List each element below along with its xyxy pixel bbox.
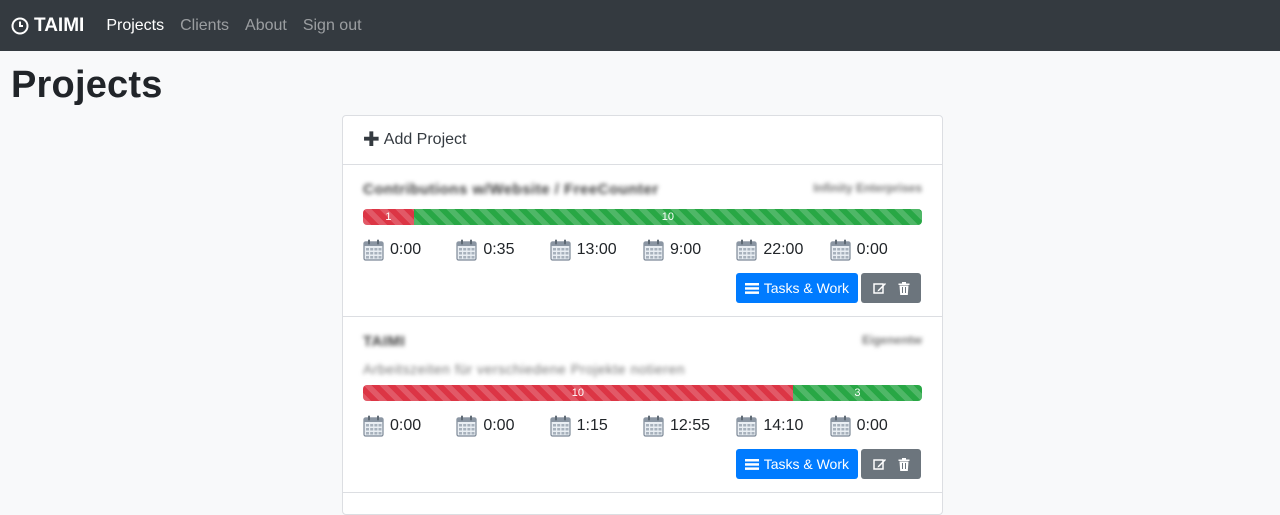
add-project-label: Add Project — [383, 131, 467, 148]
time-value: 0:00 — [856, 417, 888, 434]
project-item: Contributions w/Website / FreeCounter In… — [343, 165, 942, 317]
delete-button[interactable] — [898, 457, 910, 471]
time-value: 0:00 — [390, 241, 422, 258]
calendar-icon — [550, 415, 571, 437]
calendar-icon — [830, 415, 851, 437]
time-stats: 0:00 0:35 13:00 9:00 22:00 0:00 — [363, 239, 923, 261]
nav-link-about[interactable]: About — [245, 17, 287, 35]
top-navbar: TAIMI Projects Clients About Sign out — [0, 0, 1280, 51]
calendar-icon — [830, 239, 851, 261]
edit-icon — [872, 458, 886, 470]
task-progress-bar: 1 10 — [363, 209, 922, 225]
time-stat: 1:15 — [550, 415, 643, 437]
time-stat: 0:00 — [363, 239, 456, 261]
tasks-work-button[interactable]: Tasks & Work — [735, 273, 858, 303]
time-stat: 0:00 — [363, 415, 456, 437]
project-client: Eigenentw — [861, 333, 922, 347]
trash-icon — [898, 457, 909, 471]
edit-icon — [872, 282, 886, 294]
time-value: 12:55 — [669, 417, 711, 434]
delete-button[interactable] — [898, 281, 910, 295]
time-value: 9:00 — [669, 241, 702, 258]
time-stat: 22:00 — [736, 239, 829, 261]
time-stat: 13:00 — [550, 239, 643, 261]
calendar-icon — [363, 415, 384, 437]
open-tasks-bar: 1 — [363, 209, 414, 225]
page-title: Projects — [11, 64, 163, 106]
calendar-icon — [363, 239, 384, 261]
calendar-icon — [643, 415, 664, 437]
nav-link-sign-out[interactable]: Sign out — [303, 17, 362, 35]
project-client: Infinity Enterprises — [813, 181, 922, 195]
time-stat: 0:00 — [830, 239, 923, 261]
edit-button[interactable] — [872, 458, 887, 471]
edit-delete-group — [861, 273, 921, 303]
list-icon — [744, 458, 759, 470]
plus-icon: ✚ — [363, 129, 380, 151]
time-value: 22:00 — [763, 241, 804, 258]
tasks-work-label: Tasks & Work — [763, 280, 849, 296]
project-actions: Tasks & Work — [735, 449, 921, 479]
time-stat: 9:00 — [643, 239, 736, 261]
done-tasks-bar: 10 — [413, 209, 922, 225]
add-project-button[interactable]: ✚ Add Project — [343, 116, 942, 165]
time-value: 14:10 — [763, 417, 804, 434]
open-tasks-bar: 10 — [363, 385, 793, 401]
trash-icon — [898, 281, 909, 295]
time-value: 13:00 — [576, 241, 617, 258]
time-value: 1:15 — [576, 417, 608, 434]
calendar-icon — [736, 239, 757, 261]
list-icon — [744, 282, 759, 294]
calendar-icon — [456, 415, 477, 437]
edit-button[interactable] — [872, 282, 887, 295]
time-value: 0:35 — [483, 241, 515, 258]
brand[interactable]: TAIMI — [11, 15, 84, 37]
project-item: TAIMI Eigenentw Arbeitszeiten für versch… — [343, 317, 942, 493]
time-stat: 0:00 — [830, 415, 923, 437]
calendar-icon — [550, 239, 571, 261]
time-stat: 0:00 — [456, 415, 549, 437]
calendar-icon — [736, 415, 757, 437]
time-value: 0:00 — [856, 241, 888, 258]
project-name[interactable]: Contributions w/Website / FreeCounter — [363, 181, 659, 198]
project-name[interactable]: TAIMI — [363, 333, 405, 350]
edit-delete-group — [861, 449, 921, 479]
project-description: Arbeitszeiten für verschiedene Projekte … — [363, 361, 686, 377]
time-stat: 14:10 — [736, 415, 829, 437]
nav-link-clients[interactable]: Clients — [180, 17, 229, 35]
time-stat: 12:55 — [643, 415, 736, 437]
time-stat: 0:35 — [456, 239, 549, 261]
brand-label: TAIMI — [34, 14, 85, 36]
time-value: 0:00 — [390, 417, 422, 434]
task-progress-bar: 10 3 — [363, 385, 922, 401]
projects-card: ✚ Add Project Contributions w/Website / … — [342, 115, 943, 515]
nav-link-projects[interactable]: Projects — [106, 17, 164, 35]
calendar-icon — [643, 239, 664, 261]
time-stats: 0:00 0:00 1:15 12:55 14:10 0:00 — [363, 415, 923, 437]
project-actions: Tasks & Work — [735, 273, 921, 303]
calendar-icon — [456, 239, 477, 261]
time-value: 0:00 — [483, 417, 515, 434]
tasks-work-button[interactable]: Tasks & Work — [735, 449, 858, 479]
done-tasks-bar: 3 — [792, 385, 922, 401]
clock-icon — [11, 17, 29, 34]
tasks-work-label: Tasks & Work — [763, 456, 849, 472]
